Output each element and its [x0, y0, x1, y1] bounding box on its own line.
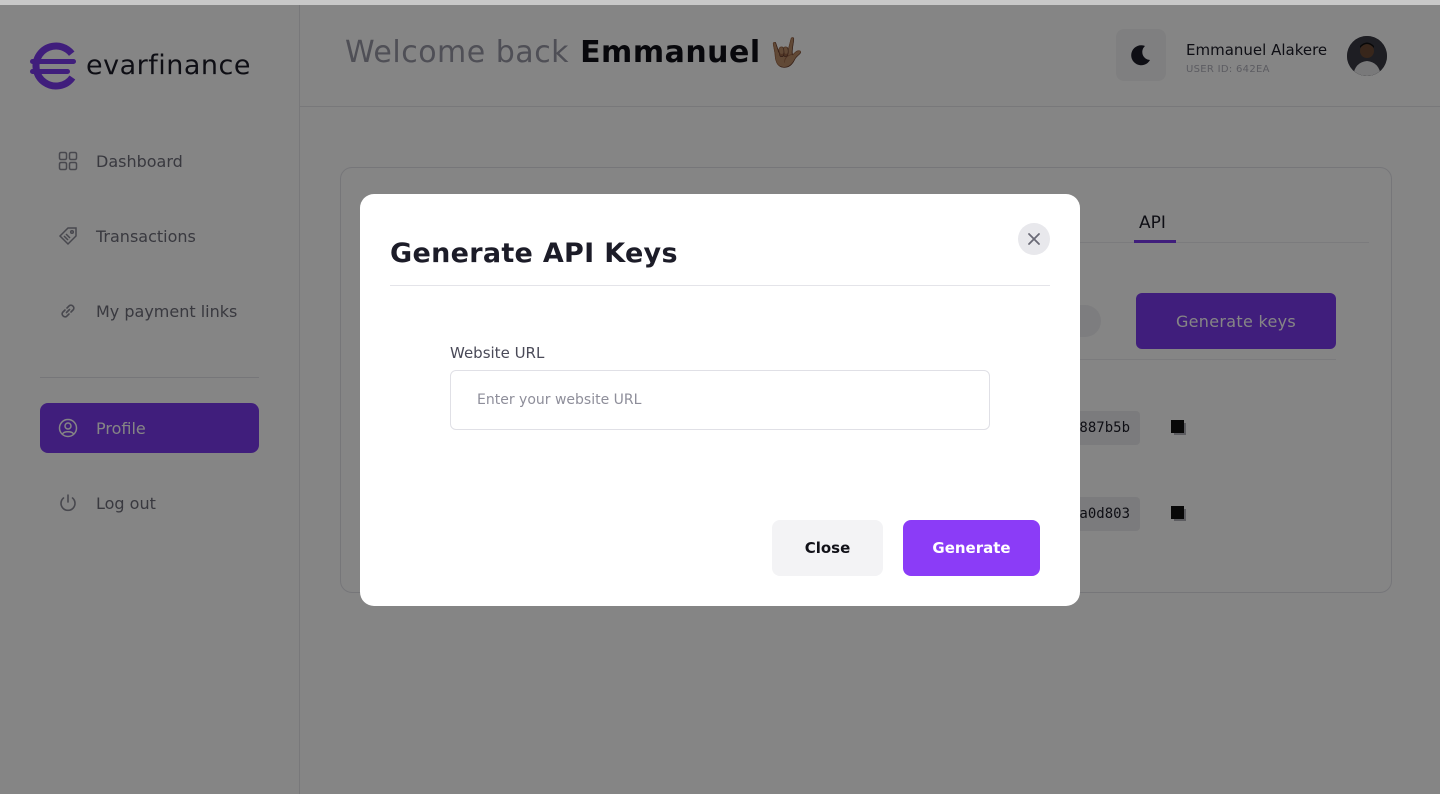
modal-title: Generate API Keys — [390, 238, 678, 269]
modal-divider — [390, 285, 1050, 286]
close-icon — [1028, 233, 1040, 245]
generate-button[interactable]: Generate — [903, 520, 1040, 576]
website-url-label: Website URL — [450, 344, 545, 362]
modal-close-button[interactable] — [1018, 223, 1050, 255]
close-button[interactable]: Close — [772, 520, 883, 576]
website-url-input[interactable] — [450, 370, 990, 430]
generate-api-keys-modal: Generate API Keys Website URL Close Gene… — [360, 194, 1080, 606]
